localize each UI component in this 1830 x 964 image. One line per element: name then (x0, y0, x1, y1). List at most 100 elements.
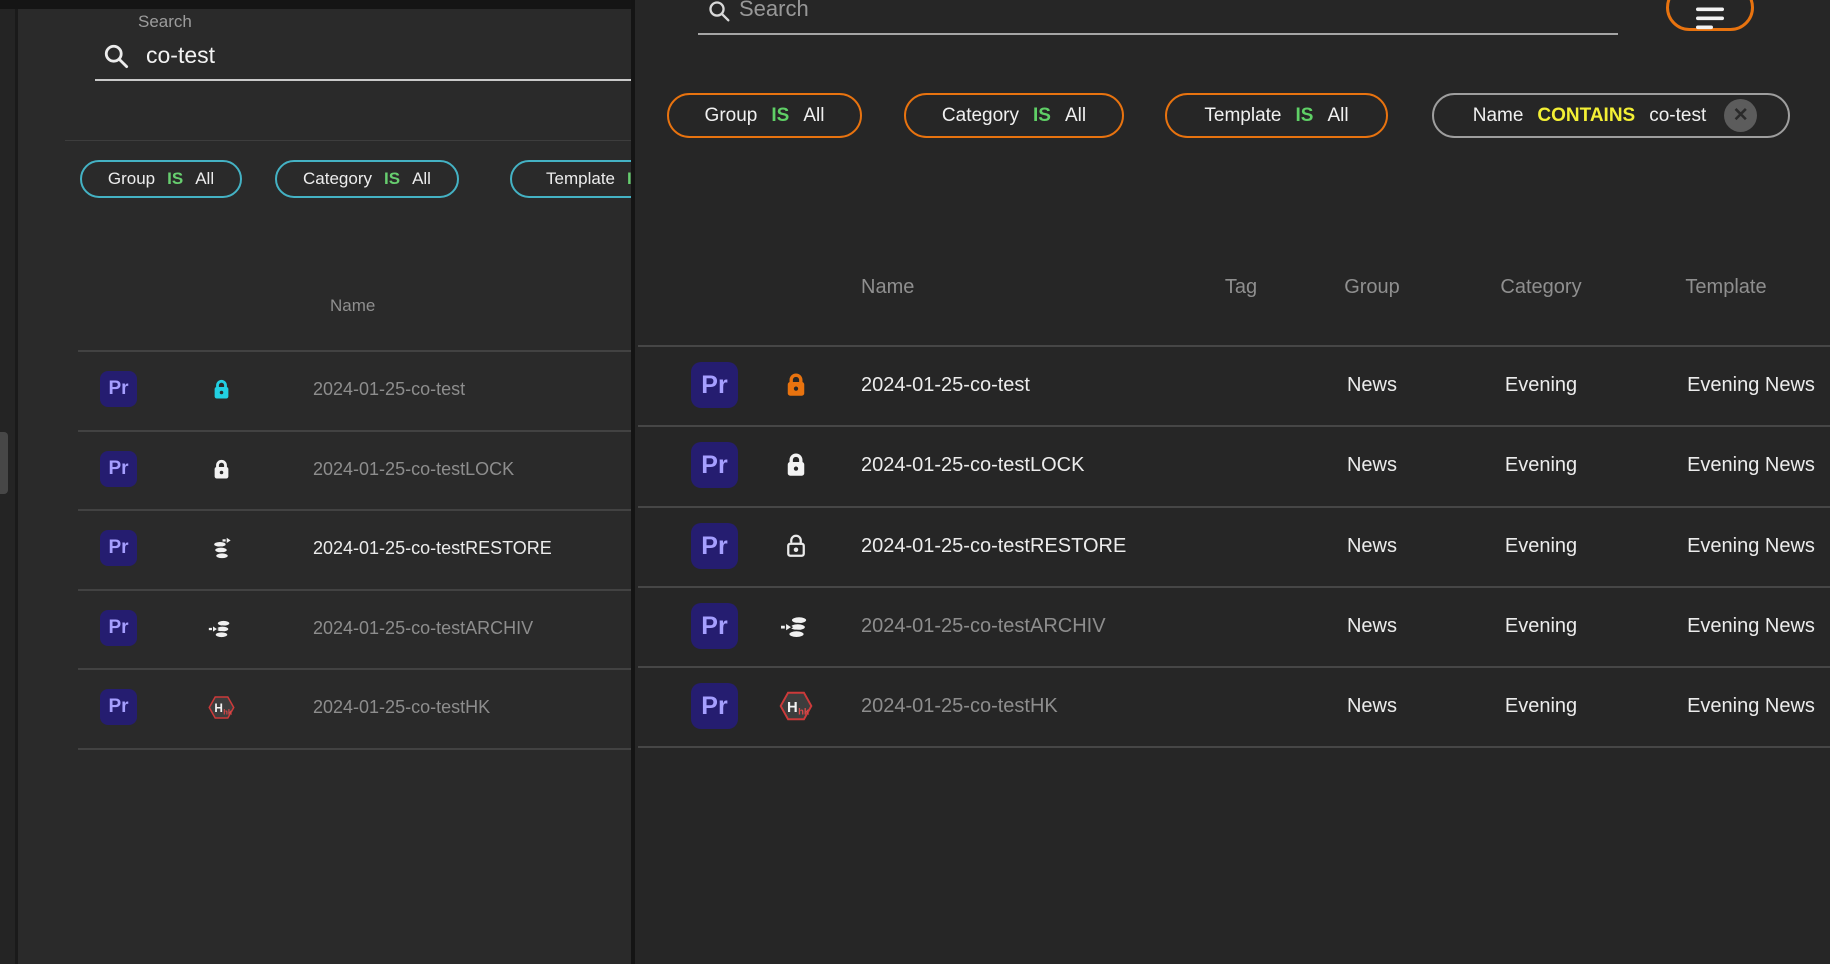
row-separator (638, 746, 1830, 748)
filter-field: Group (705, 105, 758, 127)
entry-name: 2024-01-25-co-testHK (313, 668, 490, 747)
premiere-project-icon: Pr (691, 442, 738, 488)
premiere-project-icon: Pr (100, 530, 137, 566)
entry-name: 2024-01-25-co-testARCHIV (313, 589, 533, 668)
search-underline (698, 33, 1618, 35)
cell-group: News (1292, 586, 1452, 666)
entry-name: 2024-01-25-co-testLOCK (313, 430, 514, 509)
search-underline (95, 79, 631, 81)
sort-filter-button[interactable] (1666, 0, 1754, 31)
column-header-group[interactable]: Group (1292, 276, 1452, 299)
table-row[interactable]: Pr 2024-01-25-co-testARCHIV (0, 589, 631, 668)
filter-operator: CONTAINS (1537, 105, 1635, 127)
cell-template: Evening News (1646, 666, 1830, 746)
restore-icon (203, 509, 239, 588)
premiere-project-icon: Pr (691, 523, 738, 569)
svg-text:H: H (787, 700, 798, 716)
filter-value: All (1327, 105, 1348, 127)
svg-text:hk: hk (798, 706, 810, 717)
premiere-project-icon: Pr (691, 683, 738, 729)
premiere-project-icon: Pr (691, 362, 738, 408)
cell-template: Evening News (1646, 506, 1830, 586)
search-input[interactable]: Search (739, 0, 809, 22)
remove-filter-button[interactable]: ✕ (1724, 99, 1757, 132)
table-row[interactable]: Pr 2024-01-25-co-testLOCK News Evening E… (635, 425, 1830, 505)
cell-tag (1201, 666, 1281, 746)
premiere-project-icon: Pr (100, 451, 137, 487)
housekeeping-icon: Hhk (776, 666, 816, 746)
filter-operator: IS (1296, 105, 1314, 127)
cell-tag (1201, 586, 1281, 666)
premiere-project-icon: Pr (691, 603, 738, 649)
column-header-template[interactable]: Template (1626, 276, 1826, 299)
cell-tag (1201, 345, 1281, 425)
entry-name: 2024-01-25-co-testLOCK (861, 425, 1084, 505)
search-input[interactable]: co-test (146, 42, 215, 69)
entry-name: 2024-01-25-co-testARCHIV (861, 586, 1106, 666)
search-icon (705, 0, 733, 30)
lock-icon (203, 430, 239, 509)
left-panel-top-strip (0, 0, 631, 9)
table-row[interactable]: Pr 2024-01-25-co-testRESTORE News Evenin… (635, 506, 1830, 586)
cell-template: Evening News (1646, 425, 1830, 505)
archive-icon (203, 589, 239, 668)
entry-name: 2024-01-25-co-testRESTORE (313, 509, 552, 588)
svg-text:H: H (214, 701, 223, 715)
filter-operator: IS (1033, 105, 1051, 127)
filter-chip-group[interactable]: Group IS All (80, 160, 242, 198)
cell-template: Evening News (1646, 586, 1830, 666)
filter-chip-group[interactable]: Group IS All (667, 93, 862, 138)
filter-value: All (412, 169, 431, 189)
table-row[interactable]: Pr 2024-01-25-co-test News Evening Eveni… (635, 345, 1830, 425)
filter-operator: IS (167, 169, 183, 189)
section-divider (65, 140, 631, 141)
search-icon (100, 40, 132, 77)
table-row[interactable]: Pr 2024-01-25-co-testARCHIV News Evening… (635, 586, 1830, 666)
entry-name: 2024-01-25-co-test (861, 345, 1030, 425)
lock-orange-icon (776, 345, 816, 425)
column-header-name[interactable]: Name (330, 296, 375, 316)
filter-field: Template (1204, 105, 1281, 127)
entry-name: 2024-01-25-co-testRESTORE (861, 506, 1126, 586)
cell-template: Evening News (1646, 345, 1830, 425)
filter-field: Category (303, 169, 372, 189)
column-header-name[interactable]: Name (861, 276, 914, 299)
cell-group: News (1292, 345, 1452, 425)
archive-icon (776, 586, 816, 666)
svg-text:hk: hk (223, 707, 233, 716)
search-label: Search (138, 12, 192, 32)
lock-icon (776, 425, 816, 505)
filter-value: All (803, 105, 824, 127)
left-browser-panel: Search co-test Group IS All Category IS … (0, 0, 631, 964)
filter-value: All (195, 169, 214, 189)
table-row[interactable]: Pr 2024-01-25-co-test (0, 350, 631, 429)
table-row[interactable]: Pr Hhk 2024-01-25-co-testHK News Evening… (635, 666, 1830, 746)
lock-cyan-icon (203, 350, 239, 429)
filter-field: Group (108, 169, 155, 189)
premiere-project-icon: Pr (100, 689, 137, 725)
premiere-project-icon: Pr (100, 610, 137, 646)
row-separator (78, 748, 631, 750)
column-header-category[interactable]: Category (1461, 276, 1621, 299)
rail-divider-line (15, 9, 18, 964)
right-browser-panel: Search Group IS All Category IS All Temp… (635, 0, 1830, 964)
table-row[interactable]: Pr 2024-01-25-co-testLOCK (0, 430, 631, 509)
table-row[interactable]: Pr 2024-01-25-co-testRESTORE (0, 509, 631, 588)
app-window: Search co-test Group IS All Category IS … (0, 0, 1830, 964)
filter-chip-category[interactable]: Category IS All (904, 93, 1124, 138)
filter-chip-template[interactable]: Template IS All (510, 160, 631, 198)
filter-chip-category[interactable]: Category IS All (275, 160, 459, 198)
cell-category: Evening (1461, 506, 1621, 586)
cell-group: News (1292, 506, 1452, 586)
cell-category: Evening (1461, 666, 1621, 746)
premiere-project-icon: Pr (100, 371, 137, 407)
cell-category: Evening (1461, 425, 1621, 505)
column-header-tag[interactable]: Tag (1201, 276, 1281, 299)
panel-collapse-handle[interactable] (0, 432, 8, 494)
unlock-icon (776, 506, 816, 586)
cell-category: Evening (1461, 345, 1621, 425)
filter-field: Template (546, 169, 615, 189)
filter-chip-name-contains[interactable]: Name CONTAINS co-test ✕ (1432, 93, 1790, 138)
table-row[interactable]: Pr Hhk 2024-01-25-co-testHK (0, 668, 631, 747)
filter-chip-template[interactable]: Template IS All (1165, 93, 1388, 138)
